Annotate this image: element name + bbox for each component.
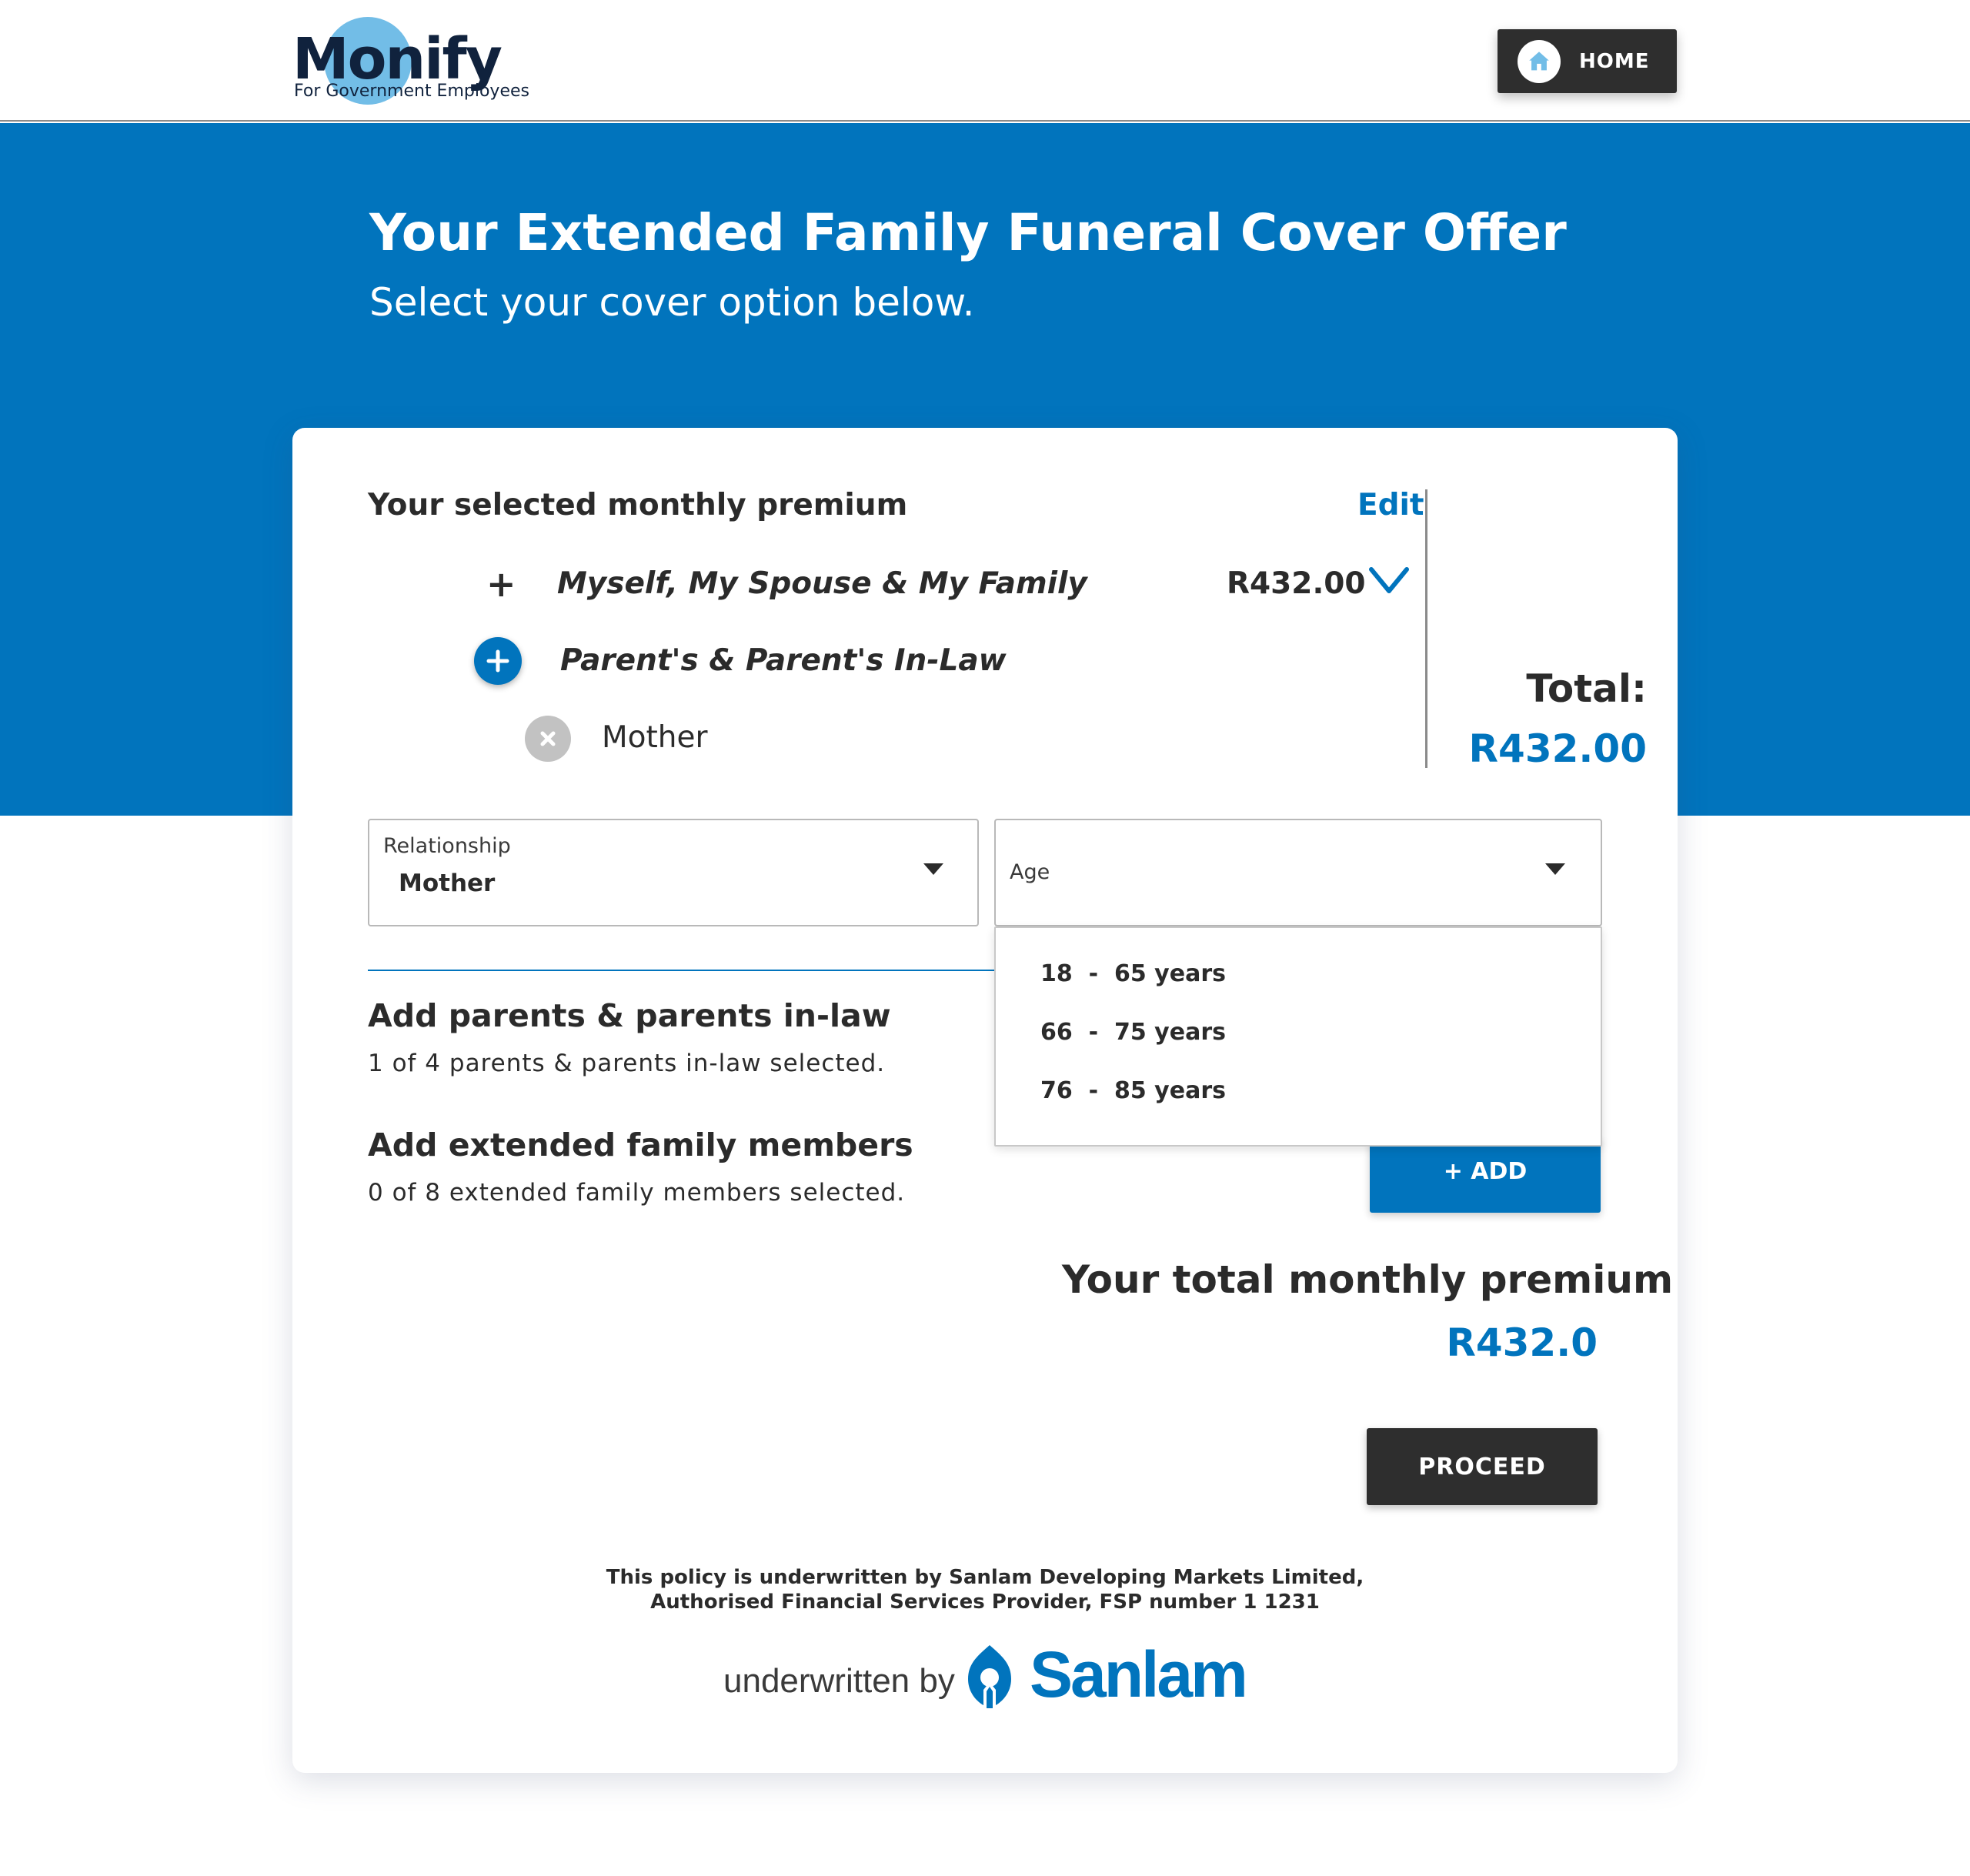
age-label: Age xyxy=(1010,860,1050,884)
vertical-divider xyxy=(1425,489,1427,768)
plus-circle-icon[interactable] xyxy=(474,637,522,685)
total-value: R432.00 xyxy=(1468,726,1647,771)
monify-logo[interactable]: Monify For Government Employees xyxy=(292,15,546,108)
offer-card: Your selected monthly premium Edit + Mys… xyxy=(292,428,1678,1773)
age-dropdown-menu: 18 - 65 years 66 - 75 years 76 - 85 year… xyxy=(994,926,1602,1147)
sanlam-wordmark: Sanlam xyxy=(1030,1638,1248,1711)
parents-row-label: Parent's & Parent's In-Law xyxy=(560,643,1007,678)
add-extended-title: Add extended family members xyxy=(368,1127,913,1163)
home-icon xyxy=(1518,39,1561,83)
underwritten-by-text: underwritten by xyxy=(723,1662,955,1700)
caret-down-icon xyxy=(1545,863,1565,875)
total-monthly-premium-title: Your total monthly premium xyxy=(1062,1257,1674,1302)
page-subtitle: Select your cover option below. xyxy=(369,280,975,325)
age-option-76-85[interactable]: 76 - 85 years xyxy=(1040,1077,1226,1104)
relationship-label: Relationship xyxy=(383,834,511,858)
add-parents-title: Add parents & parents in-law xyxy=(368,997,891,1034)
top-header: Monify For Government Employees HOME xyxy=(0,0,1970,122)
total-label: Total: xyxy=(1526,666,1647,711)
home-label: HOME xyxy=(1579,49,1650,73)
cover-row-label: Myself, My Spouse & My Family xyxy=(557,566,1087,601)
close-circle-icon[interactable] xyxy=(525,716,571,762)
total-monthly-premium-value: R432.0 xyxy=(1446,1320,1598,1365)
selected-premium-title: Your selected monthly premium xyxy=(368,488,908,522)
caret-down-icon xyxy=(923,863,943,875)
add-extended-count: 0 of 8 extended family members selected. xyxy=(368,1179,906,1207)
add-button[interactable]: + ADD xyxy=(1370,1136,1601,1213)
section-divider xyxy=(368,970,997,971)
age-select[interactable]: Age xyxy=(994,819,1602,926)
underwriter-disclaimer: This policy is underwritten by Sanlam De… xyxy=(523,1565,1447,1614)
relationship-select[interactable]: Relationship Mother xyxy=(368,819,979,926)
logo-subtitle: For Government Employees xyxy=(294,82,529,101)
relationship-value: Mother xyxy=(399,870,496,897)
page-title: Your Extended Family Funeral Cover Offer xyxy=(369,203,1567,262)
disclaimer-line-2: Authorised Financial Services Provider, … xyxy=(650,1591,1320,1614)
chevron-down-icon[interactable] xyxy=(1368,565,1410,596)
edit-link[interactable]: Edit xyxy=(1357,488,1424,522)
member-mother-label: Mother xyxy=(602,720,708,755)
plus-icon[interactable]: + xyxy=(486,563,516,605)
age-option-66-75[interactable]: 66 - 75 years xyxy=(1040,1019,1226,1046)
disclaimer-line-1: This policy is underwritten by Sanlam De… xyxy=(606,1566,1364,1589)
add-parents-count: 1 of 4 parents & parents in-law selected… xyxy=(368,1050,886,1077)
sanlam-logo-icon xyxy=(962,1644,1017,1710)
proceed-button[interactable]: PROCEED xyxy=(1367,1428,1598,1505)
age-option-18-65[interactable]: 18 - 65 years xyxy=(1040,960,1226,987)
cover-row-price: R432.00 xyxy=(1227,566,1366,601)
home-button[interactable]: HOME xyxy=(1498,29,1677,93)
